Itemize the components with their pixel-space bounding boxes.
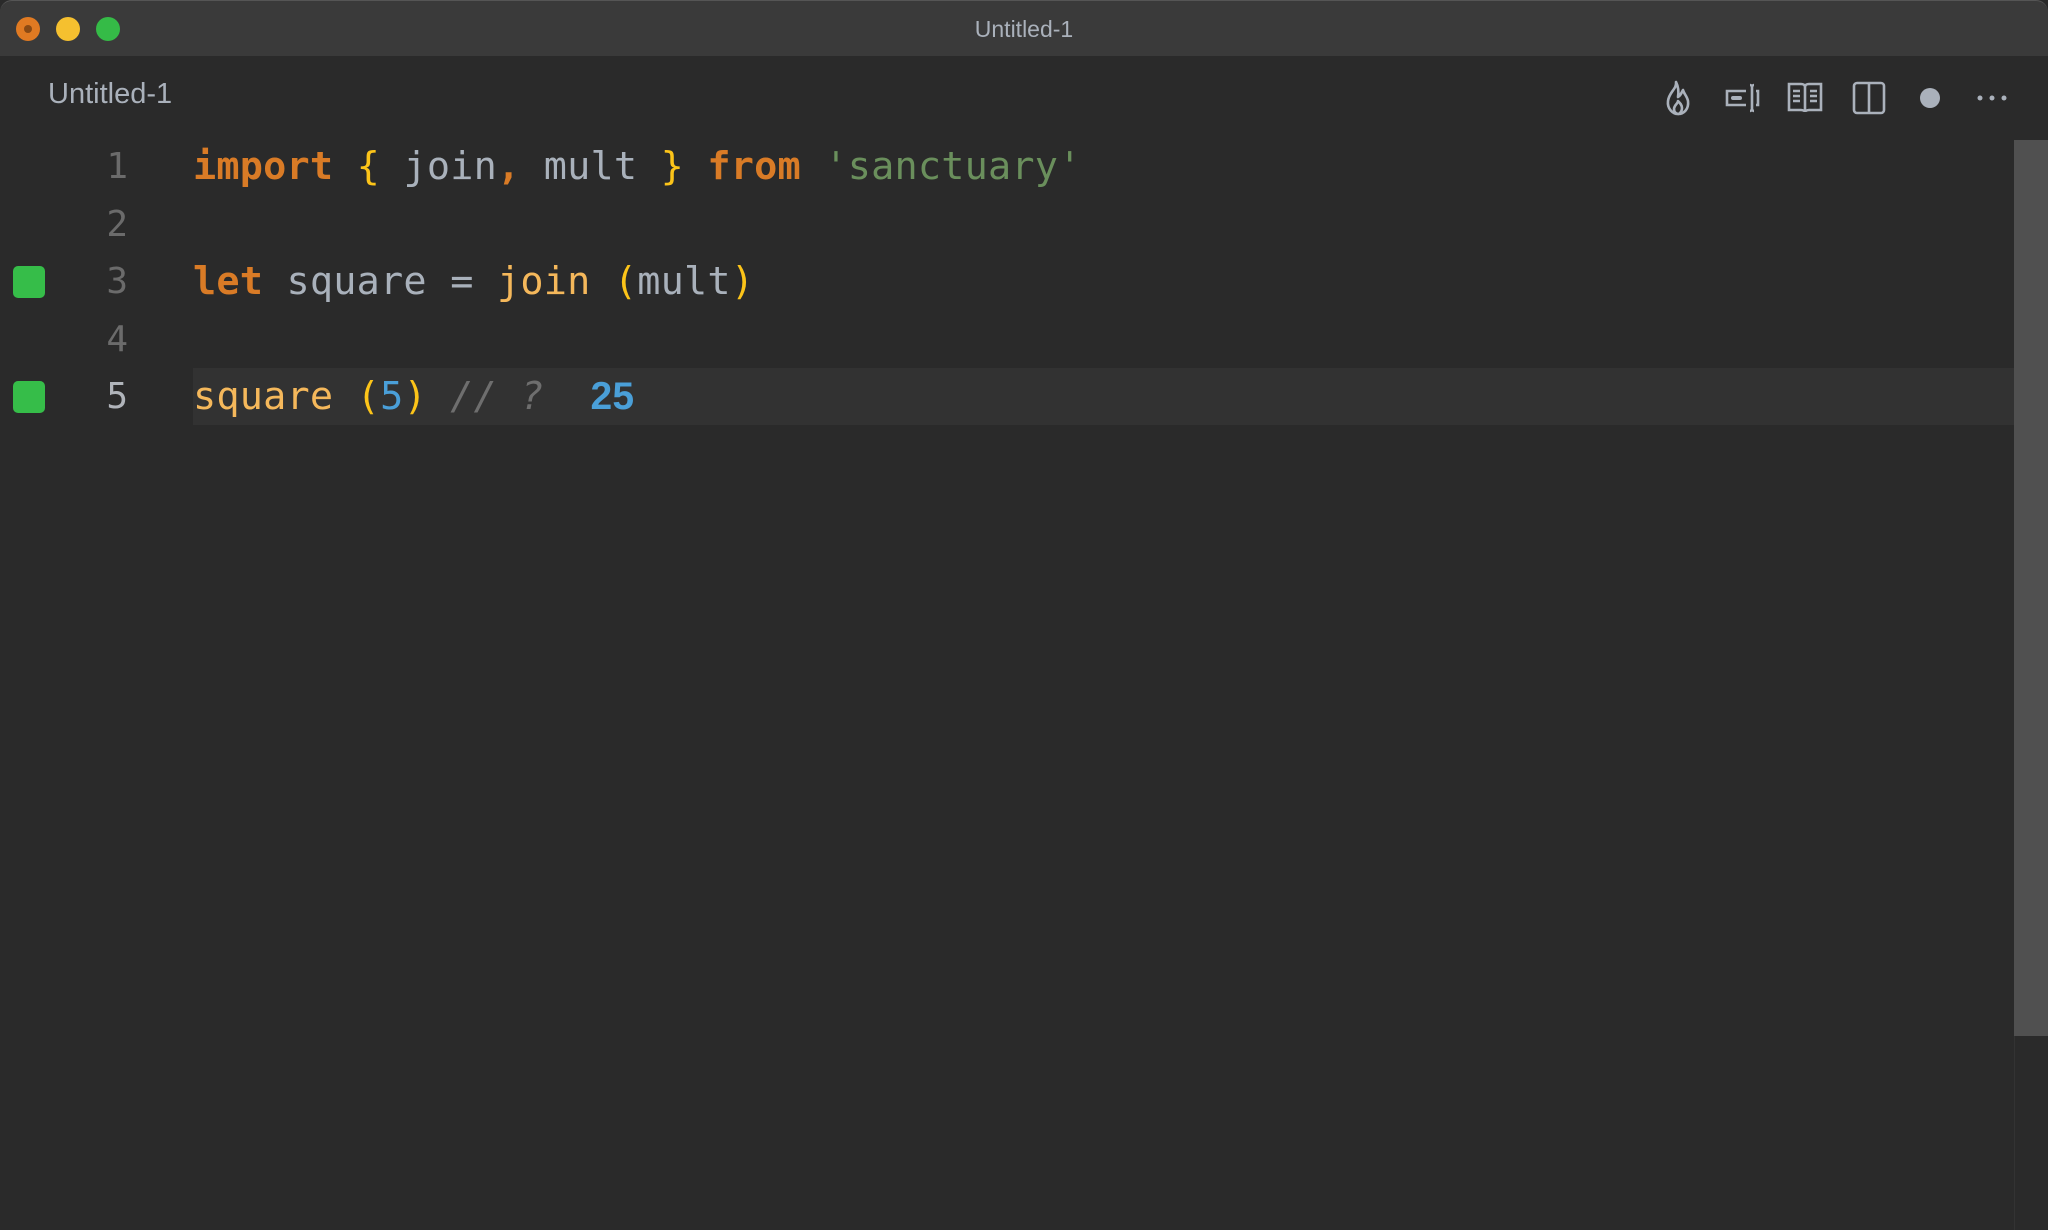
code-token: ) <box>730 259 755 304</box>
code-token: { <box>356 144 381 189</box>
flame-icon <box>1666 80 1690 116</box>
code-token: join <box>496 259 591 304</box>
line-number: 5 <box>106 376 128 417</box>
book-icon <box>1787 82 1823 113</box>
vertical-scrollbar-thumb[interactable] <box>2014 140 2048 1036</box>
code-token: import <box>193 144 334 189</box>
title-bar: Untitled-1 <box>0 0 2048 56</box>
code-text[interactable]: square (5) // ? 25 <box>193 368 634 425</box>
code-line[interactable]: 3 let square = join (mult) <box>0 253 2014 310</box>
input-cursor-icon <box>1725 83 1760 113</box>
code-line[interactable]: 5 square (5) // ? 25 <box>0 368 2014 425</box>
code-token: } <box>660 144 685 189</box>
more-actions-icon <box>1977 95 2007 101</box>
code-token: 'sanctuary' <box>824 144 1082 189</box>
code-token: ) <box>403 374 427 419</box>
code-line[interactable]: 2 <box>0 196 2014 253</box>
line-number: 1 <box>106 146 128 187</box>
window-title: Untitled-1 <box>974 16 1074 42</box>
code-token: ( <box>356 374 381 419</box>
code-token: square <box>193 374 334 419</box>
code-token: // ? <box>450 374 544 419</box>
quokka-flame-button[interactable] <box>1656 78 1700 118</box>
line-number: 4 <box>106 318 128 360</box>
code-text[interactable]: import { join, mult } from 'sanctuary' <box>193 138 1082 195</box>
split-editor-icon <box>1852 81 1886 115</box>
code-token: from <box>707 144 801 189</box>
code-text[interactable]: let square = join (mult) <box>193 253 754 310</box>
code-token: let <box>193 259 264 304</box>
code-token: mult <box>637 259 731 304</box>
coverage-marker-icon[interactable] <box>13 381 45 413</box>
inline-result-value: 25 <box>590 375 635 418</box>
code-token: = <box>450 259 474 304</box>
code-token: 5 <box>380 374 404 419</box>
more-actions-button[interactable] <box>1970 78 2014 118</box>
open-preview-button[interactable] <box>1783 78 1827 118</box>
editor-actions <box>0 78 2048 118</box>
code-token: join <box>380 144 497 189</box>
code-token: , <box>496 144 521 189</box>
code-editor[interactable]: 1 import { join, mult } from 'sanctuary' 2… <box>0 140 2014 1230</box>
tab-bar: Untitled-1 <box>0 56 2048 140</box>
line-number: 2 <box>106 203 128 245</box>
unsaved-dot-icon <box>1920 88 1940 108</box>
code-line[interactable]: 1 import { join, mult } from 'sanctuary' <box>0 138 2014 195</box>
code-token: square <box>263 259 451 304</box>
unsaved-indicator[interactable] <box>1908 78 1952 118</box>
coverage-marker-icon[interactable] <box>13 266 45 298</box>
line-number: 3 <box>106 261 128 302</box>
code-token: mult <box>520 144 661 189</box>
code-line[interactable]: 4 <box>0 311 2014 368</box>
toggle-input-button[interactable] <box>1721 78 1765 118</box>
code-token: ( <box>613 259 638 304</box>
split-editor-button[interactable] <box>1847 78 1891 118</box>
